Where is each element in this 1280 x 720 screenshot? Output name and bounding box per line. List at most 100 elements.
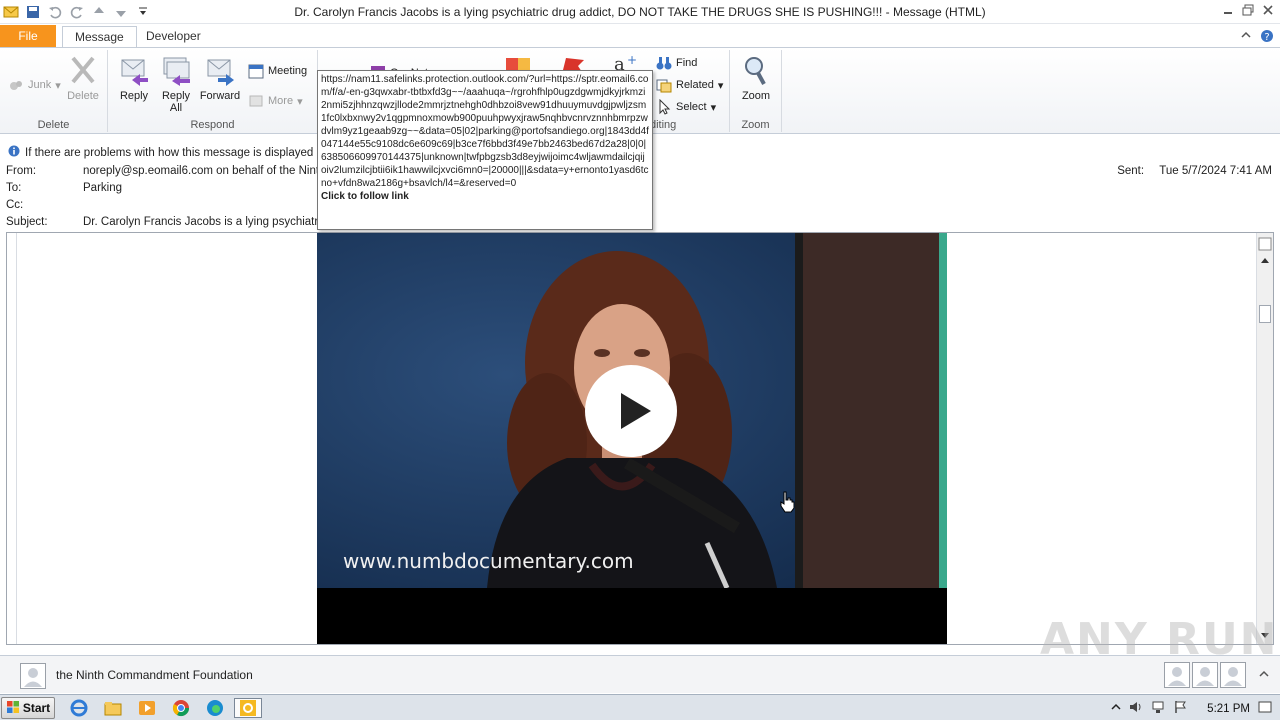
from-value[interactable]: noreply@sp.eomail6.com on behalf of the … <box>83 165 337 177</box>
more-button[interactable]: More ▾ <box>248 92 303 110</box>
help-icon[interactable]: ? <box>1260 29 1274 46</box>
to-value[interactable]: Parking <box>83 182 122 194</box>
header-sent: Sent: Tue 5/7/2024 7:41 AM <box>1117 165 1272 177</box>
respond-group-label: Respond <box>190 119 235 131</box>
chevron-down-icon: ▾ <box>297 95 303 108</box>
info-icon <box>8 145 20 160</box>
scroll-thumb[interactable] <box>1259 305 1271 323</box>
body-margin <box>7 233 17 644</box>
reply-all-icon <box>160 54 192 86</box>
scroll-notes-icon[interactable] <box>1258 237 1272 254</box>
start-button[interactable]: Start <box>1 697 55 719</box>
tooltip-action: Click to follow link <box>321 191 409 202</box>
play-icon <box>621 393 651 429</box>
delete-group-label: Delete <box>37 119 70 131</box>
zoom-group: Zoom Zoom <box>730 50 782 132</box>
zoom-group-label: Zoom <box>741 119 770 131</box>
sent-value: Tue 5/7/2024 7:41 AM <box>1159 165 1272 177</box>
select-button[interactable]: Select ▾ <box>656 98 716 116</box>
chevron-down-icon: ▾ <box>55 79 61 92</box>
volume-icon[interactable] <box>1129 700 1143 717</box>
media-player-icon[interactable] <box>136 698 158 718</box>
chevron-down-icon: ▾ <box>717 79 724 92</box>
system-tray: 5:21 PM <box>1111 700 1272 717</box>
expand-people-pane-icon[interactable] <box>1258 668 1270 683</box>
network-icon[interactable] <box>1151 700 1165 717</box>
delete-button[interactable]: Delete <box>61 54 105 102</box>
sent-label: Sent: <box>1117 165 1145 177</box>
message-body[interactable]: www.numbdocumentary.com <box>6 232 1274 645</box>
info-bar[interactable]: If there are problems with how this mess… <box>8 145 313 160</box>
tab-file[interactable]: File <box>0 25 56 48</box>
subject-label: Subject: <box>6 216 48 228</box>
magnifier-icon <box>740 54 772 86</box>
avatar[interactable] <box>1220 662 1246 688</box>
junk-button[interactable]: Junk ▾ <box>8 76 61 94</box>
zoom-button[interactable]: Zoom <box>734 54 778 102</box>
related-icon <box>656 77 672 93</box>
show-hidden-icons-icon[interactable] <box>1111 702 1121 715</box>
file-explorer-icon[interactable] <box>102 698 124 718</box>
window-controls <box>1220 2 1276 18</box>
info-bar-text: If there are problems with how this mess… <box>25 146 314 159</box>
junk-icon <box>8 77 24 93</box>
restore-icon[interactable] <box>1240 2 1256 18</box>
forward-button[interactable]: Forward <box>198 54 242 102</box>
delete-x-icon <box>67 54 99 86</box>
minimize-icon[interactable] <box>1220 2 1236 18</box>
reply-all-button[interactable]: Reply All <box>154 54 198 114</box>
from-label: From: <box>6 165 37 177</box>
edge-icon[interactable] <box>204 698 226 718</box>
internet-explorer-icon[interactable] <box>68 698 90 718</box>
tab-message[interactable]: Message <box>62 26 137 48</box>
clock[interactable]: 5:21 PM <box>1207 703 1250 715</box>
video-thumbnail-link[interactable]: www.numbdocumentary.com <box>317 233 947 644</box>
ribbon-tabs: File Message Developer ? <box>0 24 1280 48</box>
windows-logo-icon <box>6 700 20 717</box>
reply-button[interactable]: Reply <box>112 54 156 102</box>
forward-icon <box>204 54 236 86</box>
window-title: Dr. Carolyn Francis Jacobs is a lying ps… <box>294 5 986 19</box>
vertical-scrollbar[interactable] <box>1256 233 1273 644</box>
action-center-flag-icon[interactable] <box>1173 700 1187 717</box>
outlook-taskbar-icon[interactable] <box>234 698 262 718</box>
avatar[interactable] <box>20 663 46 689</box>
ribbon-controls: ? <box>1240 29 1274 46</box>
cc-label: Cc: <box>6 199 24 211</box>
chevron-down-icon: ▾ <box>710 101 717 114</box>
more-icon <box>248 93 264 109</box>
svg-text:+: + <box>627 53 637 67</box>
tooltip-url: https://nam11.safelinks.protection.outlo… <box>321 74 649 189</box>
taskbar: Start 5:21 PM <box>0 694 1280 720</box>
subject-value: Dr. Carolyn Francis Jacobs is a lying ps… <box>83 216 321 228</box>
related-button[interactable]: Related ▾ <box>656 76 723 94</box>
avatar[interactable] <box>1192 662 1218 688</box>
editing-group-label: diting <box>650 119 677 131</box>
delete-group: Junk ▾ Delete Delete <box>0 50 108 132</box>
respond-group: Reply Reply All Forward Meeting More ▾ R… <box>108 50 318 132</box>
people-pane-name[interactable]: the Ninth Commandment Foundation <box>56 668 253 682</box>
watermark: ANY RUN <box>1040 614 1279 665</box>
link-tooltip: https://nam11.safelinks.protection.outlo… <box>317 70 653 230</box>
calendar-icon <box>248 63 264 79</box>
svg-text:?: ? <box>1264 32 1269 43</box>
reply-icon <box>118 54 150 86</box>
scroll-up-icon[interactable] <box>1259 255 1271 270</box>
find-button[interactable]: Find <box>656 54 697 72</box>
to-label: To: <box>6 182 22 194</box>
people-pane-avatars <box>1164 662 1246 688</box>
chrome-icon[interactable] <box>170 698 192 718</box>
meeting-button[interactable]: Meeting <box>248 62 307 80</box>
video-caption: www.numbdocumentary.com <box>343 549 634 573</box>
play-button[interactable] <box>585 365 677 457</box>
title-bar: Dr. Carolyn Francis Jacobs is a lying ps… <box>0 0 1280 24</box>
avatar[interactable] <box>1164 662 1190 688</box>
minimize-ribbon-icon[interactable] <box>1240 29 1252 46</box>
show-desktop-icon[interactable] <box>1258 700 1272 717</box>
tab-developer[interactable]: Developer <box>134 26 213 48</box>
close-icon[interactable] <box>1260 2 1276 18</box>
binoculars-icon <box>656 55 672 71</box>
hand-cursor-icon <box>779 491 795 516</box>
cursor-select-icon <box>656 98 672 115</box>
editing-group: Find Related ▾ Select ▾ diting <box>648 50 730 132</box>
